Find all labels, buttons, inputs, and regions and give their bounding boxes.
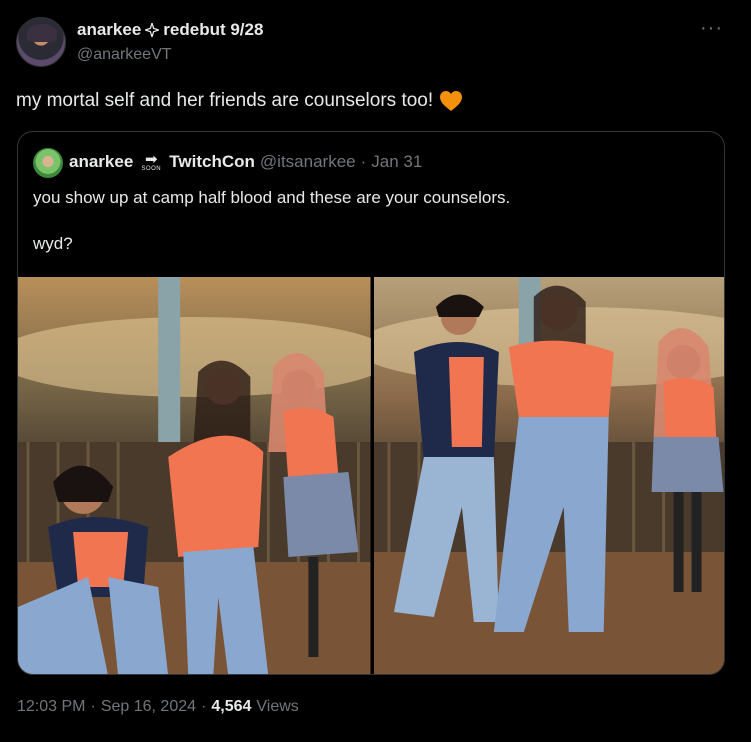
soon-label: SOON bbox=[141, 165, 162, 172]
tweet-meta: 12:03 PM · Sep 16, 2024 · 4,564 Views bbox=[17, 698, 299, 716]
views-count: 4,564 bbox=[211, 698, 252, 715]
soon-arrow-icon: ➡ SOON bbox=[141, 150, 162, 172]
quoted-avatar[interactable] bbox=[33, 148, 63, 178]
photo-1[interactable] bbox=[18, 277, 371, 674]
quoted-display-name: anarkee bbox=[69, 152, 134, 171]
author-handle[interactable]: @anarkeeVT bbox=[77, 46, 172, 64]
quoted-text-line-1: you show up at camp half blood and these… bbox=[33, 188, 511, 207]
quoted-date: Jan 31 bbox=[371, 152, 423, 171]
author-avatar[interactable] bbox=[16, 17, 66, 67]
tweet-text: my mortal self and her friends are couns… bbox=[16, 90, 434, 111]
author-name-row[interactable]: anarkee redebut 9/28 bbox=[77, 20, 263, 40]
photo-2[interactable] bbox=[373, 277, 724, 674]
quoted-header: anarkee ➡ SOON TwitchCon @itsanarkee · J… bbox=[69, 152, 422, 172]
tweet-time[interactable]: 12:03 PM bbox=[17, 698, 85, 716]
views-label: Views bbox=[256, 698, 299, 715]
tweet-date[interactable]: Sep 16, 2024 bbox=[101, 698, 196, 716]
quoted-tweet[interactable]: anarkee ➡ SOON TwitchCon @itsanarkee · J… bbox=[17, 131, 725, 675]
photo-grid bbox=[18, 277, 724, 674]
meta-separator-2: · bbox=[201, 698, 207, 715]
quoted-handle: @itsanarkee bbox=[259, 152, 356, 171]
meta-separator-1: · bbox=[90, 698, 96, 715]
more-options-icon[interactable]: ··· bbox=[700, 18, 723, 38]
tweet-body: my mortal self and her friends are couns… bbox=[16, 90, 463, 112]
sparkle-icon bbox=[142, 20, 162, 40]
author-name-suffix: redebut 9/28 bbox=[163, 20, 264, 39]
quoted-text-line-2: wyd? bbox=[33, 234, 73, 253]
author-display-name[interactable]: anarkee bbox=[77, 20, 141, 40]
orange-heart-icon bbox=[439, 90, 463, 112]
quoted-text: you show up at camp half blood and these… bbox=[33, 186, 510, 278]
quoted-separator: · bbox=[360, 152, 367, 171]
quoted-name-suffix: TwitchCon bbox=[169, 152, 255, 171]
